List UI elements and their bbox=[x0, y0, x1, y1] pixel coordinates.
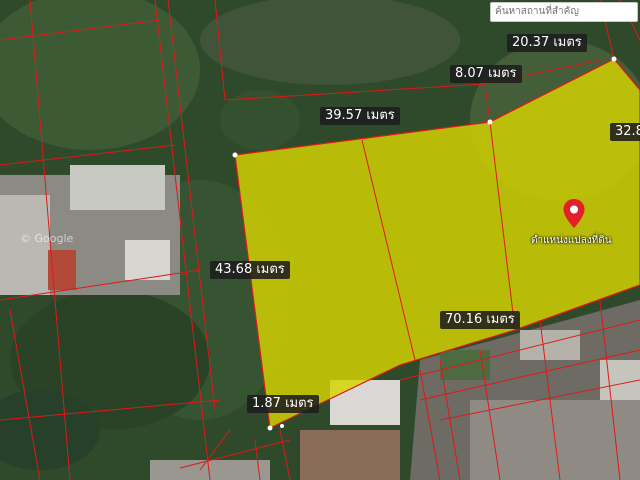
measurement-label: 32.8 bbox=[610, 123, 640, 141]
map-watermark: © Google bbox=[20, 232, 74, 245]
location-pin-icon[interactable] bbox=[562, 198, 586, 230]
measurement-label: 20.37 เมตร bbox=[507, 34, 587, 52]
pin-label: ตำแหน่งแปลงที่ดิน bbox=[531, 235, 612, 246]
landmark-search-input[interactable] bbox=[490, 2, 638, 22]
building-roof bbox=[70, 165, 165, 210]
measurement-label: 39.57 เมตร bbox=[320, 107, 400, 125]
measurement-label: 70.16 เมตร bbox=[440, 311, 520, 329]
measurement-label: 43.68 เมตร bbox=[210, 261, 290, 279]
measurement-label: 8.07 เมตร bbox=[450, 65, 522, 83]
measurement-label: 1.87 เมตร bbox=[247, 395, 319, 413]
map-view[interactable]: 20.37 เมตร 8.07 เมตร 39.57 เมตร 32.8 43.… bbox=[0, 0, 640, 480]
